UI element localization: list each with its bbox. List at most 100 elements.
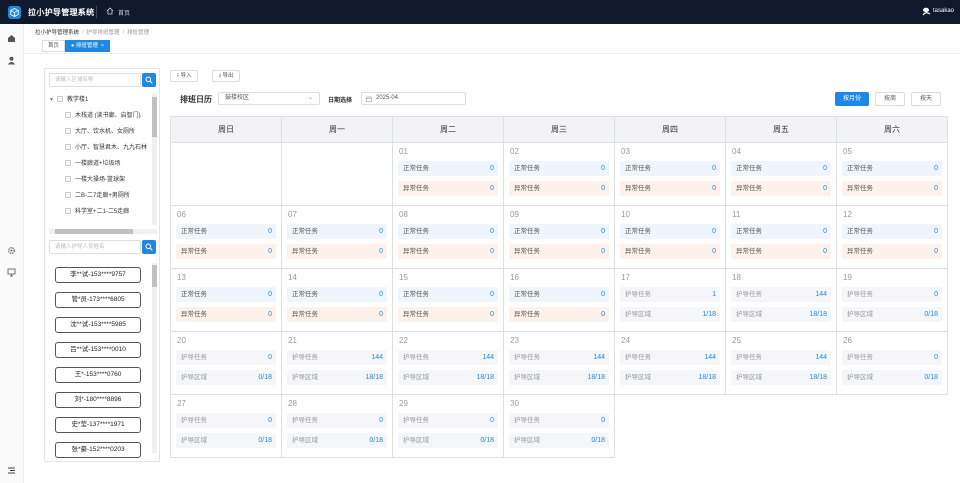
gear-icon[interactable]	[7, 246, 16, 257]
normal-task-row[interactable]: 正常任务 0	[176, 224, 276, 239]
day-cell[interactable]: 18 护导任务 144 护导区域 18/18	[725, 268, 837, 332]
day-cell[interactable]: 21 护导任务 144 护导区域 18/18	[281, 331, 393, 395]
people-scrollbar[interactable]	[152, 263, 157, 453]
abnormal-task-row[interactable]: 异常任务 0	[287, 244, 387, 259]
guard-area-row[interactable]: 护导区域 18/18	[731, 307, 831, 322]
day-cell[interactable]: 03 正常任务 0 异常任务 0	[614, 142, 726, 206]
home-link[interactable]: 首页	[118, 8, 130, 17]
guard-area-row[interactable]: 护导区域 0/18	[509, 433, 609, 448]
person-item[interactable]: 李**试-153****9757	[55, 267, 141, 283]
abnormal-task-row[interactable]: 异常任务 0	[509, 244, 609, 259]
normal-task-row[interactable]: 正常任务 0	[287, 224, 387, 239]
tree-node[interactable]: 科学室+二1-二5走廊	[65, 205, 129, 219]
day-cell[interactable]: 13 正常任务 0 异常任务 0	[170, 268, 282, 332]
day-cell[interactable]: 11 正常任务 0 异常任务 0	[725, 205, 837, 269]
normal-task-row[interactable]: 正常任务 0	[731, 224, 831, 239]
person-search-input[interactable]: 请输入护导人员姓名	[49, 240, 141, 254]
by-day-button[interactable]: 按天	[911, 92, 941, 106]
tree-checkbox[interactable]	[65, 144, 71, 151]
person-item[interactable]: 沈**试-153****5985	[55, 317, 141, 333]
guard-task-row[interactable]: 护导任务 0	[176, 413, 276, 428]
day-cell[interactable]: 25 护导任务 144 护导区域 18/18	[725, 331, 837, 395]
person-item[interactable]: 吕**试-153****0010	[55, 342, 141, 358]
tree-hscrollbar[interactable]	[49, 229, 157, 234]
tree-node[interactable]: 木栈道 (读书廊、启智门)	[65, 109, 141, 123]
export-button[interactable]: ⭳ 导出	[212, 70, 241, 82]
by-month-button[interactable]: 按月份	[835, 92, 869, 106]
guard-area-row[interactable]: 护导区域 1/18	[620, 307, 720, 322]
normal-task-row[interactable]: 正常任务 0	[620, 161, 720, 176]
normal-task-row[interactable]: 正常任务 0	[176, 287, 276, 302]
guard-area-row[interactable]: 护导区域 0/18	[398, 433, 498, 448]
abnormal-task-row[interactable]: 异常任务 0	[509, 181, 609, 196]
normal-task-row[interactable]: 正常任务 0	[509, 224, 609, 239]
day-cell[interactable]: 17 护导任务 1 护导区域 1/18	[614, 268, 726, 332]
campus-select[interactable]: 鼓楼校区 ⌄	[218, 92, 320, 105]
scrollbar-thumb[interactable]	[152, 265, 157, 287]
dashboard-icon[interactable]	[7, 34, 16, 45]
guard-task-row[interactable]: 护导任务 0	[398, 413, 498, 428]
guard-task-row[interactable]: 护导任务 1	[620, 287, 720, 302]
normal-task-row[interactable]: 正常任务 0	[287, 287, 387, 302]
close-icon[interactable]: ×	[101, 43, 104, 49]
guard-area-row[interactable]: 护导区域 0/18	[287, 433, 387, 448]
monitor-icon[interactable]	[7, 268, 16, 279]
guard-area-row[interactable]: 护导区域 0/18	[842, 307, 942, 322]
guard-task-row[interactable]: 护导任务 0	[176, 350, 276, 365]
day-cell[interactable]: 01 正常任务 0 异常任务 0	[392, 142, 504, 206]
day-cell[interactable]: 12 正常任务 0 异常任务 0	[836, 205, 948, 269]
tree-checkbox[interactable]	[65, 112, 71, 119]
date-picker[interactable]: 2025-04	[361, 92, 466, 105]
day-cell[interactable]: 02 正常任务 0 异常任务 0	[503, 142, 615, 206]
normal-task-row[interactable]: 正常任务 0	[620, 224, 720, 239]
day-cell[interactable]: 16 正常任务 0 异常任务 0	[503, 268, 615, 332]
tree-node-root[interactable]: ▼ 教学楼1	[49, 93, 88, 107]
guard-area-row[interactable]: 护导区域 18/18	[287, 370, 387, 385]
tree-node[interactable]: 大厅、饮水机、女厕所	[65, 125, 135, 139]
tree-checkbox[interactable]	[65, 176, 71, 183]
scrollbar-thumb[interactable]	[55, 229, 133, 234]
abnormal-task-row[interactable]: 异常任务 0	[620, 244, 720, 259]
chevron-down-icon[interactable]: ▼	[49, 93, 57, 107]
day-cell[interactable]: 04 正常任务 0 异常任务 0	[725, 142, 837, 206]
tree-checkbox[interactable]	[57, 96, 63, 103]
normal-task-row[interactable]: 正常任务 0	[842, 161, 942, 176]
normal-task-row[interactable]: 正常任务 0	[509, 161, 609, 176]
guard-area-row[interactable]: 护导区域 18/18	[509, 370, 609, 385]
guard-area-row[interactable]: 护导区域 18/18	[731, 370, 831, 385]
guard-task-row[interactable]: 护导任务 144	[620, 350, 720, 365]
by-week-button[interactable]: 按周	[875, 92, 905, 106]
person-item[interactable]: 张*豪-152****0203	[55, 442, 141, 458]
guard-task-row[interactable]: 护导任务 144	[509, 350, 609, 365]
normal-task-row[interactable]: 正常任务 0	[509, 287, 609, 302]
normal-task-row[interactable]: 正常任务 0	[731, 161, 831, 176]
person-item[interactable]: 管*员-173****6805	[55, 292, 141, 308]
tab-schedule[interactable]: ● 排班管理 ×	[65, 40, 111, 52]
guard-task-row[interactable]: 护导任务 144	[731, 287, 831, 302]
normal-task-row[interactable]: 正常任务 0	[398, 287, 498, 302]
abnormal-task-row[interactable]: 异常任务 0	[509, 307, 609, 322]
day-cell[interactable]: 22 护导任务 144 护导区域 18/18	[392, 331, 504, 395]
guard-area-row[interactable]: 护导区域 18/18	[398, 370, 498, 385]
day-cell[interactable]: 30 护导任务 0 护导区域 0/18	[503, 394, 615, 458]
day-cell[interactable]: 10 正常任务 0 异常任务 0	[614, 205, 726, 269]
breadcrumb-item[interactable]: 护导排班管理	[87, 30, 120, 36]
guard-task-row[interactable]: 护导任务 0	[287, 413, 387, 428]
tree-node[interactable]: 小厅、智慧君木、九九石林	[65, 141, 147, 155]
guard-task-row[interactable]: 护导任务 0	[509, 413, 609, 428]
guard-task-row[interactable]: 护导任务 0	[842, 287, 942, 302]
day-cell[interactable]: 20 护导任务 0 护导区域 0/18	[170, 331, 282, 395]
home-icon[interactable]	[106, 7, 114, 17]
user-name[interactable]: tasakao	[933, 8, 954, 14]
area-search-input[interactable]: 请输入区域名称	[49, 73, 141, 87]
breadcrumb-item[interactable]: 拉小护导管理系统	[35, 30, 79, 36]
import-button[interactable]: ⭱ 导入	[170, 70, 199, 82]
day-cell[interactable]: 24 护导任务 144 护导区域 18/18	[614, 331, 726, 395]
abnormal-task-row[interactable]: 异常任务 0	[176, 244, 276, 259]
person-item[interactable]: 王*-153****0760	[55, 367, 141, 383]
tab-home[interactable]: 首页	[42, 40, 66, 52]
guard-task-row[interactable]: 护导任务 144	[398, 350, 498, 365]
guard-task-row[interactable]: 护导任务 0	[842, 350, 942, 365]
person-item[interactable]: 刘*-180****8896	[55, 392, 141, 408]
normal-task-row[interactable]: 正常任务 0	[398, 161, 498, 176]
